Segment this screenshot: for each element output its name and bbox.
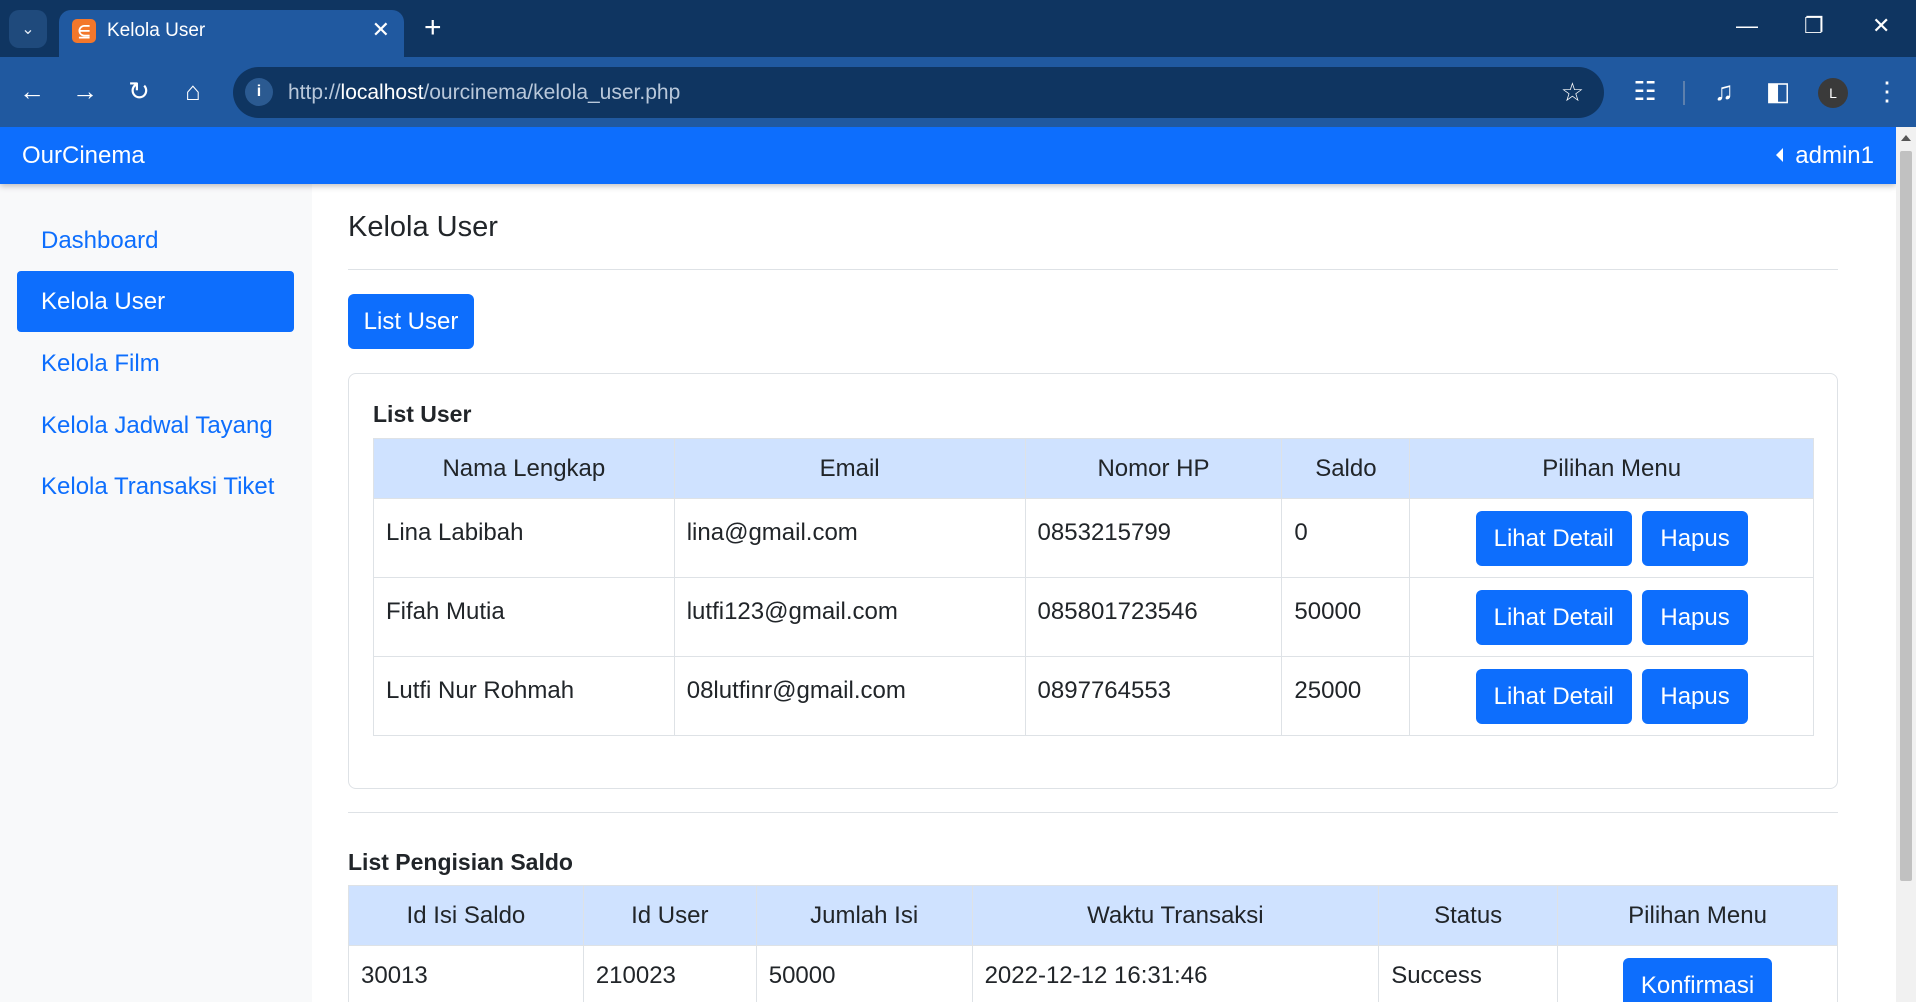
url-text[interactable]: http://localhost/ourcinema/kelola_user.p…	[288, 80, 680, 106]
cell-phone: 0853215799	[1024, 498, 1283, 578]
scroll-up-arrow-icon[interactable]	[1901, 135, 1911, 141]
reload-icon[interactable]: ↻	[122, 76, 156, 106]
page-scrollbar[interactable]	[1896, 127, 1916, 1002]
cell-phone: 0897764553	[1024, 656, 1283, 736]
sidebar-item-kelola-user[interactable]: Kelola User	[17, 271, 294, 332]
toolbar-divider	[1683, 81, 1685, 105]
cell-user-id: 210023	[582, 945, 757, 1002]
side-panel-icon[interactable]: ◧	[1761, 76, 1795, 106]
back-icon[interactable]: ←	[15, 76, 49, 106]
cell-actions: Lihat Detail Hapus	[1409, 656, 1814, 736]
column-header: Nomor HP	[1024, 438, 1283, 499]
xampp-favicon-icon: ⋸	[72, 19, 96, 43]
page-title: Kelola User	[348, 211, 498, 243]
section-title: List Pengisian Saldo	[348, 849, 573, 875]
hapus-button[interactable]: Hapus	[1642, 669, 1748, 724]
cell-amount: 50000	[755, 945, 973, 1002]
user-list-card: List User Nama Lengkap Email Nomor HP Sa…	[348, 373, 1838, 789]
konfirmasi-button[interactable]: Konfirmasi	[1622, 958, 1773, 1002]
cell-id: 30013	[348, 945, 584, 1002]
chevron-down-icon: ⌄	[21, 21, 35, 38]
sidebar-item-dashboard[interactable]: Dashboard	[17, 210, 294, 271]
media-control-icon[interactable]: ♫	[1707, 76, 1741, 106]
forward-icon[interactable]: →	[68, 76, 102, 106]
username: admin1	[1795, 142, 1874, 169]
more-menu-icon[interactable]: ⋮	[1870, 76, 1904, 106]
cell-actions: Lihat Detail Hapus	[1409, 498, 1814, 578]
tab-close-icon[interactable]: ✕	[372, 18, 390, 42]
cell-saldo: 25000	[1281, 656, 1411, 736]
table-row: Fifah Mutia lutfi123@gmail.com 085801723…	[373, 577, 1814, 657]
sidebar-item-kelola-transaksi-tiket[interactable]: Kelola Transaksi Tiket	[17, 456, 294, 517]
list-user-button[interactable]: List User	[348, 294, 474, 349]
restore-icon[interactable]: ❐	[1804, 12, 1824, 40]
cell-status: Success	[1378, 945, 1559, 1002]
cell-name: Lina Labibah	[373, 498, 675, 578]
table-header-row: Id Isi Saldo Id User Jumlah Isi Waktu Tr…	[348, 885, 1838, 946]
card-title: List User	[373, 401, 472, 427]
tab-search-button[interactable]: ⌄	[9, 10, 47, 48]
cell-name: Fifah Mutia	[373, 577, 675, 657]
sidebar-item-kelola-jadwal-tayang[interactable]: Kelola Jadwal Tayang	[17, 395, 294, 456]
column-header: Id User	[582, 885, 757, 946]
minimize-icon[interactable]: —	[1736, 12, 1758, 40]
table-header-row: Nama Lengkap Email Nomor HP Saldo Piliha…	[373, 438, 1814, 499]
cell-email: lina@gmail.com	[673, 498, 1026, 578]
column-header: Pilihan Menu	[1557, 885, 1838, 946]
bookmark-star-icon[interactable]: ☆	[1561, 77, 1584, 107]
column-header: Id Isi Saldo	[348, 885, 584, 946]
scroll-thumb[interactable]	[1900, 151, 1912, 881]
home-icon[interactable]: ⌂	[176, 76, 210, 106]
window-close-icon[interactable]: ✕	[1872, 12, 1890, 40]
divider	[348, 269, 1838, 270]
sidebar: Dashboard Kelola User Kelola Film Kelola…	[0, 184, 312, 1002]
cell-saldo: 50000	[1281, 577, 1411, 657]
caret-left-icon	[1776, 147, 1784, 162]
hapus-button[interactable]: Hapus	[1642, 511, 1748, 566]
cell-saldo: 0	[1281, 498, 1411, 578]
lihat-detail-button[interactable]: Lihat Detail	[1475, 590, 1632, 645]
divider	[348, 812, 1838, 813]
cell-actions: Konfirmasi	[1557, 945, 1838, 1002]
tab-title: Kelola User	[107, 20, 206, 41]
user-table: Nama Lengkap Email Nomor HP Saldo Piliha…	[373, 438, 1814, 736]
top-navbar: OurCinema admin1	[0, 127, 1896, 184]
column-header: Jumlah Isi	[755, 885, 973, 946]
cell-actions: Lihat Detail Hapus	[1409, 577, 1814, 657]
lihat-detail-button[interactable]: Lihat Detail	[1475, 511, 1632, 566]
cell-time: 2022-12-12 16:31:46	[971, 945, 1380, 1002]
page-viewport: OurCinema admin1 Dashboard Kelola User K…	[0, 127, 1896, 1002]
profile-avatar[interactable]: L	[1818, 78, 1848, 108]
table-row: 30013 210023 50000 2022-12-12 16:31:46 S…	[348, 945, 1838, 1002]
browser-tab-bar: ⌄ ⋸ Kelola User ✕ + — ❐ ✕	[0, 0, 1916, 57]
browser-tab[interactable]: ⋸ Kelola User ✕	[59, 10, 404, 57]
address-bar[interactable]: i http://localhost/ourcinema/kelola_user…	[233, 67, 1604, 118]
lihat-detail-button[interactable]: Lihat Detail	[1475, 669, 1632, 724]
column-header: Nama Lengkap	[373, 438, 675, 499]
browser-toolbar: ← → ↻ ⌂ i http://localhost/ourcinema/kel…	[0, 57, 1916, 127]
column-header: Saldo	[1281, 438, 1411, 499]
column-header: Waktu Transaksi	[971, 885, 1380, 946]
column-header: Pilihan Menu	[1409, 438, 1814, 499]
user-dropdown[interactable]: admin1	[1776, 143, 1874, 169]
cell-phone: 085801723546	[1024, 577, 1283, 657]
new-tab-icon[interactable]: +	[424, 11, 442, 45]
cell-name: Lutfi Nur Rohmah	[373, 656, 675, 736]
site-info-icon[interactable]: i	[245, 78, 273, 106]
column-header: Status	[1378, 885, 1559, 946]
column-header: Email	[673, 438, 1026, 499]
table-row: Lutfi Nur Rohmah 08lutfinr@gmail.com 089…	[373, 656, 1814, 736]
brand-logo[interactable]: OurCinema	[22, 143, 145, 169]
extensions-icon[interactable]: ☷	[1628, 76, 1662, 106]
sidebar-item-kelola-film[interactable]: Kelola Film	[17, 333, 294, 394]
cell-email: lutfi123@gmail.com	[673, 577, 1026, 657]
saldo-table: Id Isi Saldo Id User Jumlah Isi Waktu Tr…	[348, 885, 1838, 1002]
cell-email: 08lutfinr@gmail.com	[673, 656, 1026, 736]
hapus-button[interactable]: Hapus	[1642, 590, 1748, 645]
table-row: Lina Labibah lina@gmail.com 0853215799 0…	[373, 498, 1814, 578]
